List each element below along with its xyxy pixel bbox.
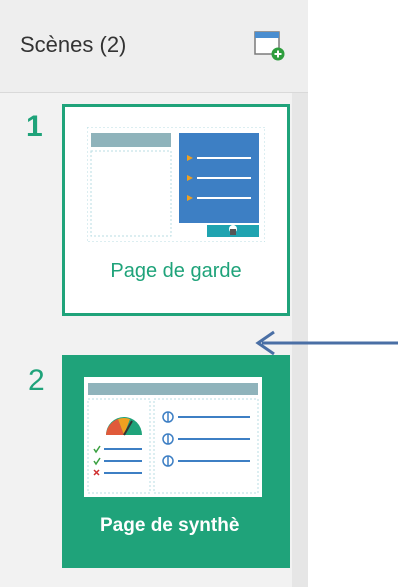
scene-1-label: Page de garde bbox=[110, 260, 242, 282]
scenes-panel: Scènes (2) 1 Page de garde 2 Page de syn… bbox=[0, 0, 308, 587]
scene-card-2[interactable]: Page de synthè bbox=[62, 355, 290, 568]
scene-2-thumbnail bbox=[84, 377, 262, 497]
scenes-title: Scènes (2) bbox=[20, 32, 127, 57]
add-scene-icon bbox=[254, 31, 285, 61]
scene-card-1[interactable]: Page de garde bbox=[62, 104, 290, 316]
scene-1-thumbnail bbox=[87, 127, 265, 242]
add-scene-button[interactable] bbox=[249, 28, 289, 64]
scenes-header: Scènes (2) bbox=[0, 0, 308, 93]
scene-number-2: 2 bbox=[28, 364, 45, 397]
annotation-arrow-icon bbox=[255, 330, 398, 356]
scene-number-1: 1 bbox=[26, 110, 43, 143]
scene-2-label: Page de synthè bbox=[100, 515, 240, 536]
